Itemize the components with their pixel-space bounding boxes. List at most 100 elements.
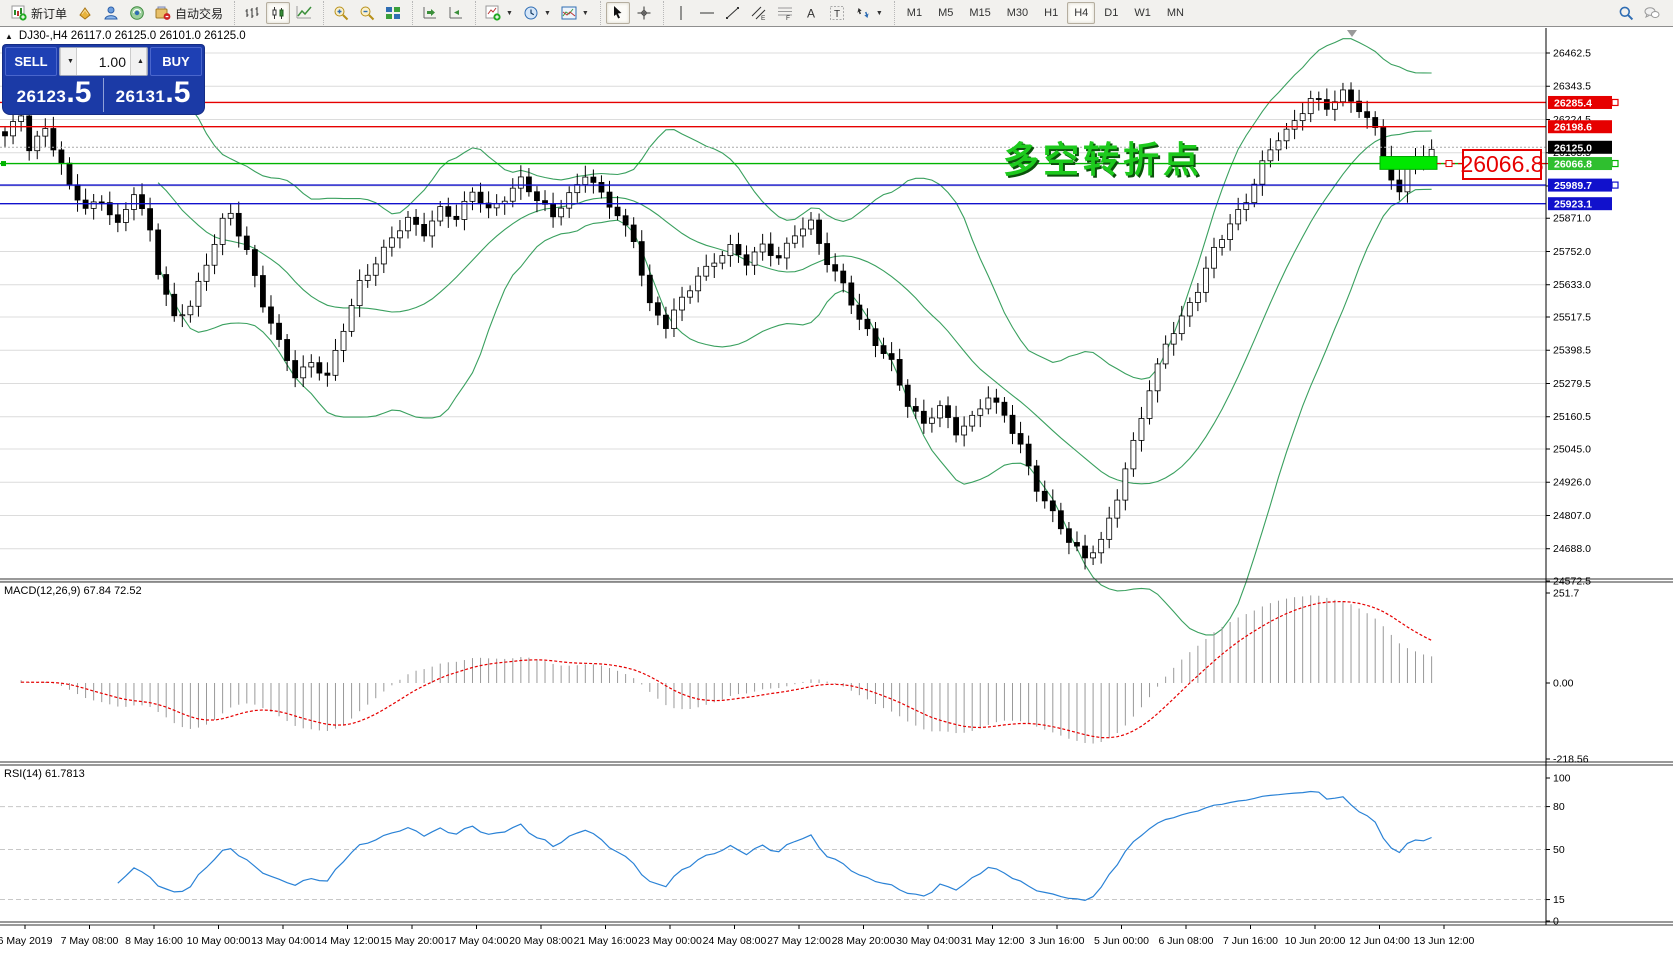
buy-button[interactable]: BUY	[150, 47, 202, 76]
horizontal-line-button[interactable]	[695, 2, 719, 24]
svg-text:13 May 04:00: 13 May 04:00	[251, 935, 315, 947]
trendline-button[interactable]	[721, 2, 745, 24]
auto-scroll-icon	[422, 5, 438, 21]
tf-h1-button[interactable]: H1	[1037, 2, 1065, 24]
toolbar-group	[323, 1, 410, 25]
periods-button[interactable]: ▼	[519, 2, 555, 24]
svg-text:25517.5: 25517.5	[1553, 312, 1591, 324]
crosshair-button[interactable]	[632, 2, 656, 24]
template-icon	[561, 5, 577, 21]
tf-m30-button[interactable]: M30	[1000, 2, 1035, 24]
chevron-down-icon: ▼	[876, 10, 883, 17]
autotrading-button[interactable]: 自动交易	[151, 2, 227, 24]
autotrading-icon	[155, 5, 171, 21]
svg-text:14 May 12:00: 14 May 12:00	[316, 935, 380, 947]
toolbar-group: EFAT ▼	[663, 1, 892, 25]
tf-m5-button[interactable]: M5	[931, 2, 960, 24]
svg-text:6 May 2019: 6 May 2019	[0, 935, 53, 947]
auto-scroll-button[interactable]	[418, 2, 442, 24]
toolbar-group: ▼▼▼	[475, 1, 598, 25]
equidistant-channel-button[interactable]: E	[747, 2, 771, 24]
svg-text:26198.6: 26198.6	[1554, 122, 1592, 134]
tf-d1-button[interactable]: D1	[1097, 2, 1125, 24]
tf-m15-button[interactable]: M15	[962, 2, 997, 24]
candlestick-button[interactable]	[266, 2, 290, 24]
button-label: MN	[1167, 7, 1184, 19]
text-button[interactable]: A	[799, 2, 823, 24]
toolbar-right-group	[1613, 2, 1671, 24]
button-label: M30	[1007, 7, 1028, 19]
search-button[interactable]	[1614, 2, 1638, 24]
price-callout-box[interactable]: 26066.8	[1462, 149, 1542, 180]
svg-text:251.7: 251.7	[1553, 588, 1579, 600]
arrows-button[interactable]: ▼	[851, 2, 887, 24]
zoom-out-icon	[359, 5, 375, 21]
button-label: D1	[1104, 7, 1118, 19]
tile-windows-button[interactable]	[381, 2, 405, 24]
cursor-button[interactable]	[606, 2, 630, 24]
svg-text:17 May 04:00: 17 May 04:00	[445, 935, 509, 947]
svg-text:26066.8: 26066.8	[1554, 159, 1592, 171]
fibonacci-button[interactable]: F	[773, 2, 797, 24]
svg-text:100: 100	[1553, 773, 1571, 785]
ohlc-text: DJ30-,H4 26117.0 26125.0 26101.0 26125.0	[19, 30, 246, 42]
panel-collapse-icon[interactable]: ▲	[5, 32, 13, 41]
text-label-button[interactable]: T	[825, 2, 849, 24]
broadcast-button[interactable]	[125, 2, 149, 24]
svg-text:0.00: 0.00	[1553, 678, 1574, 690]
volume-input[interactable]	[77, 48, 130, 75]
metaeditor-button[interactable]	[73, 2, 97, 24]
button-label: H1	[1044, 7, 1058, 19]
svg-text:27 May 12:00: 27 May 12:00	[767, 935, 831, 947]
line-chart-button[interactable]	[292, 2, 316, 24]
volume-decrease-button[interactable]: ▼	[60, 48, 77, 75]
sell-button[interactable]: SELL	[5, 47, 57, 76]
svg-text:13 Jun 12:00: 13 Jun 12:00	[1414, 935, 1475, 947]
tf-w1-button[interactable]: W1	[1127, 2, 1158, 24]
svg-text:26462.5: 26462.5	[1553, 48, 1591, 60]
svg-text:15: 15	[1553, 894, 1565, 906]
toolbar-group	[234, 1, 321, 25]
zoom-in-button[interactable]	[329, 2, 353, 24]
volume-increase-button[interactable]: ▲	[130, 48, 147, 75]
templates-button[interactable]: ▼	[557, 2, 593, 24]
cursor-icon	[610, 5, 626, 21]
vertical-line-button[interactable]	[669, 2, 693, 24]
chat-button[interactable]	[1640, 2, 1664, 24]
tf-mn-button[interactable]: MN	[1160, 2, 1191, 24]
chart-shift-button[interactable]	[444, 2, 468, 24]
svg-text:25989.7: 25989.7	[1554, 180, 1592, 192]
indicators-button[interactable]: ▼	[481, 2, 517, 24]
svg-text:10 May 00:00: 10 May 00:00	[187, 935, 251, 947]
sell-price[interactable]: 26123 .5	[5, 78, 103, 112]
svg-text:23 May 00:00: 23 May 00:00	[638, 935, 702, 947]
trendline-icon	[725, 5, 741, 21]
chat-icon	[1644, 5, 1660, 21]
tf-h4-button[interactable]: H4	[1067, 2, 1095, 24]
svg-text:25923.1: 25923.1	[1554, 199, 1592, 211]
svg-text:28 May 20:00: 28 May 20:00	[832, 935, 896, 947]
svg-text:15 May 20:00: 15 May 20:00	[380, 935, 444, 947]
svg-text:26343.5: 26343.5	[1553, 81, 1591, 93]
chart-canvas[interactable]: 26462.526343.526224.526105.525986.525871…	[0, 28, 1673, 954]
vline-icon	[673, 5, 689, 21]
button-label: M5	[938, 7, 953, 19]
chevron-down-icon: ▼	[506, 10, 513, 17]
bar-chart-button[interactable]	[240, 2, 264, 24]
indicators-icon	[485, 5, 501, 21]
letter-a-icon: A	[803, 5, 819, 21]
svg-text:21 May 16:00: 21 May 16:00	[574, 935, 638, 947]
svg-text:7 Jun 16:00: 7 Jun 16:00	[1223, 935, 1278, 947]
tf-m1-button[interactable]: M1	[900, 2, 929, 24]
text-t-icon: T	[829, 5, 845, 21]
profile-button[interactable]	[99, 2, 123, 24]
new-order-button[interactable]: 新订单	[7, 2, 71, 24]
zoom-out-button[interactable]	[355, 2, 379, 24]
buy-price[interactable]: 26131 .5	[104, 78, 202, 112]
broadcast-icon	[129, 5, 145, 21]
chart-window: 26462.526343.526224.526105.525986.525871…	[0, 28, 1673, 954]
clock-icon	[523, 5, 539, 21]
button-label: M15	[969, 7, 990, 19]
svg-text:20 May 08:00: 20 May 08:00	[509, 935, 573, 947]
button-label: 自动交易	[175, 5, 223, 22]
